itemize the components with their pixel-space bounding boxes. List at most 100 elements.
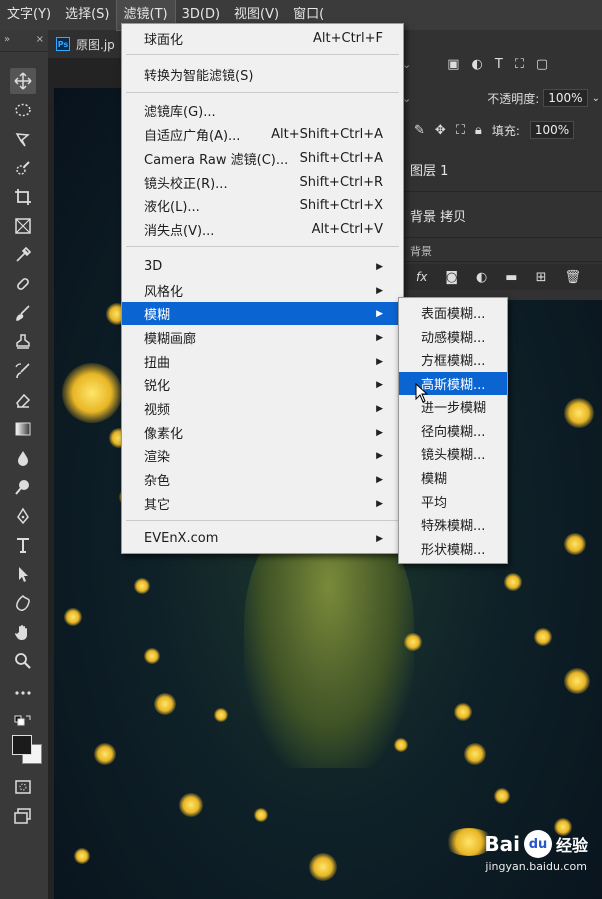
- more-tools-icon[interactable]: [10, 680, 36, 706]
- menu-item-lens-correction[interactable]: 镜头校正(R)... Shift+Ctrl+R: [122, 171, 403, 194]
- menu-item-render[interactable]: 渲染 ▶: [122, 444, 403, 467]
- smart-object-filter-icon[interactable]: ▢: [536, 57, 548, 72]
- menu-item-shortcut: Shift+Ctrl+X: [299, 198, 383, 213]
- menu-item-distort[interactable]: 扭曲 ▶: [122, 350, 403, 373]
- menu-item-blur-gallery[interactable]: 模糊画廊 ▶: [122, 326, 403, 349]
- adjustment-layer-icon[interactable]: ◐: [476, 270, 487, 285]
- menu-item-adaptive-wide[interactable]: 自适应广角(A)... Alt+Shift+Ctrl+A: [122, 123, 403, 146]
- firefly-bokeh: [154, 693, 176, 715]
- menu-type[interactable]: 文字(Y): [0, 0, 58, 30]
- stamp-tool-icon[interactable]: [10, 329, 36, 355]
- submenu-item-shape-blur[interactable]: 形状模糊...: [399, 537, 507, 560]
- lock-brush-icon[interactable]: ✎: [414, 123, 425, 138]
- menu-separator: [126, 92, 399, 93]
- quick-mask-icon[interactable]: [10, 774, 36, 800]
- submenu-item-lens-blur[interactable]: 镜头模糊...: [399, 442, 507, 465]
- lock-position-icon[interactable]: ✥: [435, 123, 446, 138]
- screen-mode-icon[interactable]: [10, 803, 36, 829]
- layer-name: 背景 拷贝: [410, 210, 467, 225]
- dodge-tool-icon[interactable]: [10, 474, 36, 500]
- blur-submenu: 表面模糊... 动感模糊... 方框模糊... 高斯模糊... 进一步模糊 径向…: [398, 297, 508, 564]
- swap-colors-icon[interactable]: [10, 710, 36, 736]
- menu-item-other[interactable]: 其它 ▶: [122, 492, 403, 515]
- firefly-bokeh: [504, 573, 522, 591]
- move-tool-icon[interactable]: [10, 68, 36, 94]
- fill-field[interactable]: 100%: [529, 121, 575, 139]
- blur-tool-icon[interactable]: [10, 445, 36, 471]
- menu-item-convert-smart[interactable]: 转换为智能滤镜(S): [122, 63, 403, 86]
- menu-item-stylize[interactable]: 风格化 ▶: [122, 279, 403, 302]
- submenu-item-box-blur[interactable]: 方框模糊...: [399, 348, 507, 371]
- submenu-arrow-icon: ▶: [376, 498, 383, 509]
- pen-tool-icon[interactable]: [10, 503, 36, 529]
- firefly-bokeh: [394, 738, 408, 752]
- crop-tool-icon[interactable]: [10, 184, 36, 210]
- firefly-bokeh: [404, 633, 422, 651]
- layer-name: 图层 1: [410, 164, 449, 179]
- collapse-icon[interactable]: »: [4, 34, 10, 47]
- eyedropper-tool-icon[interactable]: [10, 242, 36, 268]
- layer-row[interactable]: 背景 拷贝: [400, 194, 602, 238]
- menu-item-video[interactable]: 视频 ▶: [122, 397, 403, 420]
- menu-item-label: 风格化: [144, 285, 184, 300]
- menu-item-vanishing-point[interactable]: 消失点(V)... Alt+Ctrl+V: [122, 218, 403, 241]
- eraser-tool-icon[interactable]: [10, 387, 36, 413]
- submenu-item-blur[interactable]: 模糊: [399, 466, 507, 489]
- menu-select[interactable]: 选择(S): [58, 0, 116, 30]
- submenu-item-motion-blur[interactable]: 动感模糊...: [399, 325, 507, 348]
- type-filter-icon[interactable]: T: [495, 57, 503, 72]
- submenu-item-average[interactable]: 平均: [399, 490, 507, 513]
- menu-item-noise[interactable]: 杂色 ▶: [122, 468, 403, 491]
- submenu-item-smart-blur[interactable]: 特殊模糊...: [399, 513, 507, 536]
- adjustment-filter-icon[interactable]: ◐: [472, 57, 483, 72]
- shape-filter-icon[interactable]: ⛶: [515, 57, 524, 72]
- opacity-row: ⌄ 不透明度: 100% ⌄: [400, 86, 602, 110]
- marquee-tool-icon[interactable]: [10, 97, 36, 123]
- opacity-field[interactable]: 100%: [543, 89, 588, 107]
- menu-item-spherize[interactable]: 球面化 Alt+Ctrl+F: [122, 27, 403, 50]
- lasso-tool-icon[interactable]: [10, 126, 36, 152]
- frame-tool-icon[interactable]: [10, 213, 36, 239]
- gradient-tool-icon[interactable]: [10, 416, 36, 442]
- layer-row[interactable]: 图层 1: [400, 148, 602, 192]
- layer-row[interactable]: 背景: [400, 240, 602, 262]
- foreground-color-swatch[interactable]: [12, 735, 32, 755]
- photoshop-file-icon: Ps: [56, 37, 70, 51]
- close-icon[interactable]: ×: [36, 34, 44, 47]
- lock-artboard-icon[interactable]: ⛶: [456, 123, 465, 138]
- image-filter-icon[interactable]: ▣: [447, 57, 459, 72]
- shape-tool-icon[interactable]: [10, 590, 36, 616]
- menu-item-3d[interactable]: 3D ▶: [122, 255, 403, 278]
- submenu-arrow-icon: ▶: [376, 285, 383, 296]
- menu-item-label: 其它: [144, 498, 171, 513]
- menu-item-camera-raw[interactable]: Camera Raw 滤镜(C)... Shift+Ctrl+A: [122, 147, 403, 170]
- firefly-bokeh: [309, 853, 337, 881]
- menu-item-filter-gallery[interactable]: 滤镜库(G)...: [122, 99, 403, 122]
- menu-item-sharpen[interactable]: 锐化 ▶: [122, 373, 403, 396]
- firefly-bokeh: [62, 363, 122, 423]
- brush-tool-icon[interactable]: [10, 300, 36, 326]
- hand-tool-icon[interactable]: [10, 619, 36, 645]
- fx-icon[interactable]: fx: [416, 270, 427, 284]
- menu-item-blur[interactable]: 模糊 ▶: [122, 302, 403, 325]
- menu-item-label: 杂色: [144, 474, 171, 489]
- path-select-tool-icon[interactable]: [10, 561, 36, 587]
- opacity-dropdown-icon[interactable]: ⌄: [592, 93, 600, 104]
- menu-item-liquify[interactable]: 液化(L)... Shift+Ctrl+X: [122, 194, 403, 217]
- new-layer-icon[interactable]: ⊞: [536, 270, 547, 285]
- document-tab-label: 原图.jp: [76, 37, 115, 52]
- quick-select-tool-icon[interactable]: [10, 155, 36, 181]
- submenu-item-surface-blur[interactable]: 表面模糊...: [399, 301, 507, 324]
- type-tool-icon[interactable]: [10, 532, 36, 558]
- group-folder-icon[interactable]: ▬: [505, 270, 517, 285]
- menu-item-pixelate[interactable]: 像素化 ▶: [122, 421, 403, 444]
- menu-item-evenx[interactable]: EVEnX.com ▶: [122, 527, 403, 550]
- zoom-tool-icon[interactable]: [10, 648, 36, 674]
- firefly-bokeh: [74, 848, 90, 864]
- healing-brush-tool-icon[interactable]: [10, 271, 36, 297]
- history-brush-tool-icon[interactable]: [10, 358, 36, 384]
- lock-all-icon[interactable]: 🔒︎: [475, 123, 482, 138]
- add-mask-icon[interactable]: ◙: [445, 270, 458, 285]
- trash-icon[interactable]: 🗑︎: [565, 270, 582, 285]
- submenu-item-radial-blur[interactable]: 径向模糊...: [399, 419, 507, 442]
